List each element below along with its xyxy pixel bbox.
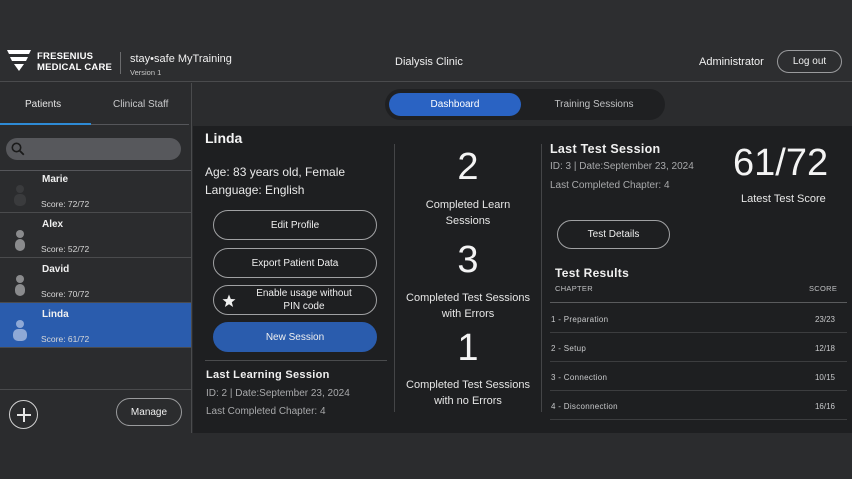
patient-name: Alex: [42, 219, 64, 230]
patient-row-david[interactable]: David Score: 70/72: [0, 258, 191, 303]
new-session-button[interactable]: New Session: [213, 322, 377, 352]
star-icon: [222, 294, 236, 307]
header-divider: [120, 52, 121, 74]
add-patient-button[interactable]: [9, 400, 38, 429]
test-details-button[interactable]: Test Details: [557, 220, 670, 249]
enable-usage-without-pin-button[interactable]: Enable usage without PIN code: [213, 285, 377, 315]
test-results-title: Test Results: [555, 266, 630, 280]
patient-row-marie[interactable]: Marie Score: 72/72: [0, 168, 191, 213]
stat-label-line: Completed Test Sessions: [406, 292, 530, 304]
stat-label-line: Sessions: [445, 215, 491, 227]
score-column-header: SCORE: [809, 284, 838, 293]
table-row: 4 - Disconnection 16/16: [550, 391, 847, 420]
score-cell: 16/16: [814, 402, 835, 411]
plus-icon: [16, 407, 31, 422]
stat-label-line: Completed Test Sessions: [406, 379, 530, 391]
table-row: 3 - Connection 10/15: [550, 362, 847, 391]
patient-score: Score: 61/72: [41, 334, 90, 344]
last-learning-id-date: ID: 2 | Date:September 23, 2024: [206, 388, 350, 399]
patient-title: Linda: [205, 130, 243, 146]
chapter-cell: 2 - Setup: [551, 344, 587, 353]
usage-label-line-1: Enable usage without: [256, 288, 352, 299]
user-role: Administrator: [699, 56, 764, 68]
patient-sidebar: Patients Clinical Staff Marie Score: 72/…: [0, 83, 192, 433]
stat-label-line: Completed Learn: [425, 199, 511, 211]
person-icon: [15, 275, 25, 296]
test-errors-label: Completed Test Sessions with Errors: [393, 290, 543, 322]
patient-name: Linda: [42, 309, 69, 320]
patient-score: Score: 52/72: [41, 244, 90, 254]
brand-line-2: MEDICAL CARE: [37, 62, 113, 73]
score-cell: 23/23: [814, 315, 835, 324]
patient-score: Score: 70/72: [41, 289, 90, 299]
tab-dashboard[interactable]: Dashboard: [389, 93, 521, 116]
person-icon: [14, 185, 26, 206]
chapter-cell: 3 - Connection: [551, 373, 608, 382]
usage-label: Enable usage without PIN code: [256, 287, 352, 313]
last-test-id-date: ID: 3 | Date:September 23, 2024: [550, 161, 694, 172]
test-no-errors-label: Completed Test Sessions with no Errors: [393, 377, 543, 409]
stat-label-line: with Errors: [441, 308, 495, 320]
patient-row-linda[interactable]: Linda Score: 61/72: [0, 303, 191, 348]
view-switcher: Dashboard Training Sessions: [385, 89, 665, 120]
table-row: 2 - Setup 12/18: [550, 333, 847, 362]
column-divider: [541, 144, 542, 412]
brand-name: FRESENIUS MEDICAL CARE: [37, 51, 112, 73]
chapter-cell: 4 - Disconnection: [551, 402, 618, 411]
patient-age: Age: 83 years old, Female: [205, 165, 346, 179]
usage-label-line-2: PIN code: [283, 301, 325, 312]
patient-row-alex[interactable]: Alex Score: 52/72: [0, 213, 191, 258]
tab-patients[interactable]: Patients: [25, 99, 61, 110]
patient-language: Language: English: [205, 183, 305, 197]
table-header-divider: [550, 302, 847, 303]
app-version: Version 1: [130, 68, 162, 77]
app-header: FRESENIUS MEDICAL CARE stay•safe MyTrain…: [0, 0, 852, 82]
tab-training-sessions[interactable]: Training Sessions: [530, 93, 658, 116]
table-row: 1 - Preparation 23/23: [550, 304, 847, 333]
patient-name: Marie: [42, 174, 69, 185]
last-test-title: Last Test Session: [550, 142, 661, 156]
test-no-errors-count: 1: [457, 327, 479, 369]
last-learning-title: Last Learning Session: [206, 369, 330, 381]
sidebar-footer-divider: [0, 389, 191, 390]
brand-line-1: FRESENIUS: [37, 51, 94, 62]
clinic-name: Dialysis Clinic: [395, 56, 463, 68]
section-divider: [205, 360, 387, 361]
person-icon: [15, 230, 25, 251]
chapter-column-header: CHAPTER: [555, 284, 593, 293]
latest-test-score: 61/72: [733, 142, 829, 184]
active-tab-indicator: [0, 123, 91, 125]
dashboard-panel: Linda Age: 83 years old, Female Language…: [193, 126, 852, 433]
manage-button[interactable]: Manage: [116, 398, 182, 426]
stat-label-line: with no Errors: [434, 395, 502, 407]
patient-score: Score: 72/72: [41, 199, 90, 209]
app-title: stay•safe MyTraining: [130, 53, 232, 65]
last-test-chapter: Last Completed Chapter: 4: [550, 180, 670, 191]
chapter-cell: 1 - Preparation: [551, 315, 609, 324]
patient-name: David: [42, 264, 70, 275]
test-errors-count: 3: [457, 239, 479, 281]
tab-divider: [91, 124, 189, 125]
logout-button[interactable]: Log out: [777, 50, 842, 73]
score-cell: 10/15: [814, 373, 835, 382]
learn-sessions-label: Completed Learn Sessions: [393, 197, 543, 229]
tab-clinical-staff[interactable]: Clinical Staff: [113, 99, 168, 110]
fresenius-logo-icon: [7, 50, 31, 71]
edit-profile-button[interactable]: Edit Profile: [213, 210, 377, 240]
latest-test-score-label: Latest Test Score: [741, 193, 826, 205]
search-input[interactable]: [6, 138, 181, 160]
score-cell: 12/18: [814, 344, 835, 353]
learn-sessions-count: 2: [457, 146, 479, 188]
person-icon: [13, 320, 27, 341]
search-icon: [11, 142, 25, 156]
export-patient-data-button[interactable]: Export Patient Data: [213, 248, 377, 278]
last-learning-chapter: Last Completed Chapter: 4: [206, 406, 326, 417]
